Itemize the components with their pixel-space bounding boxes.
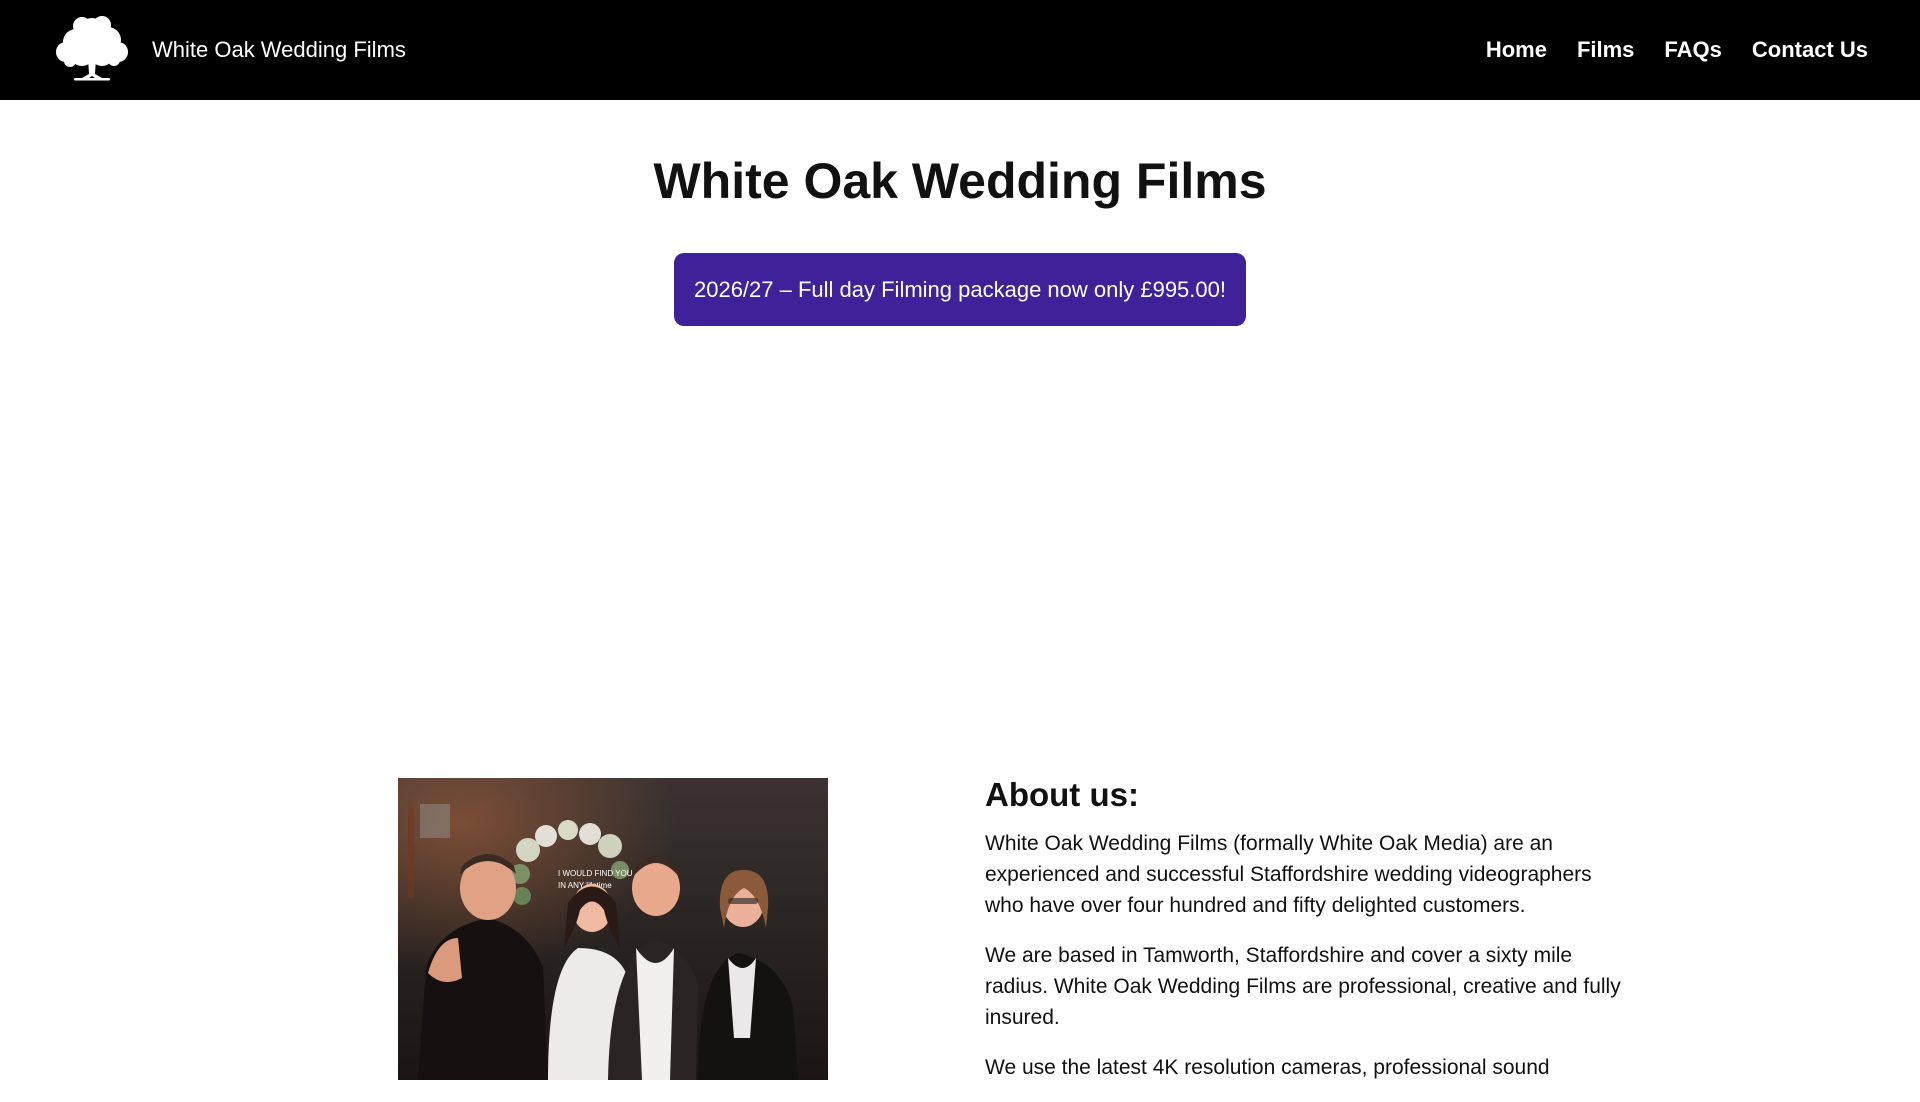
about-paragraph-3: We use the latest 4K resolution cameras,…	[985, 1056, 1550, 1079]
brand-link[interactable]: White Oak Wedding Films	[52, 14, 406, 86]
page-title: White Oak Wedding Films	[653, 153, 1267, 209]
nav-contact-us[interactable]: Contact Us	[1752, 37, 1868, 63]
promo-package-button[interactable]: 2026/27 – Full day Filming package now o…	[674, 253, 1246, 326]
top-navigation-bar: White Oak Wedding Films Home Films FAQs …	[0, 0, 1920, 100]
nav-films[interactable]: Films	[1577, 37, 1634, 63]
about-paragraph-2: We are based in Tamworth, Staffordshire …	[985, 944, 1621, 1029]
brand-name: White Oak Wedding Films	[152, 37, 406, 62]
about-paragraph-1: White Oak Wedding Films (formally White …	[985, 832, 1592, 917]
main-nav: Home Films FAQs Contact Us	[1486, 0, 1868, 100]
oak-tree-icon	[56, 16, 128, 81]
nav-faqs[interactable]: FAQs	[1664, 37, 1721, 63]
neon-sign-line-1: I WOULD FIND YOU	[558, 869, 633, 878]
about-heading: About us:	[985, 776, 1139, 813]
about-section: About us: White Oak Wedding Films (forma…	[985, 776, 1625, 1102]
nav-home[interactable]: Home	[1486, 37, 1547, 63]
wedding-group-photo: I WOULD FIND YOU IN ANY lifetime	[398, 778, 828, 1080]
wedding-group-photo-illustration: I WOULD FIND YOU IN ANY lifetime	[398, 778, 828, 1080]
